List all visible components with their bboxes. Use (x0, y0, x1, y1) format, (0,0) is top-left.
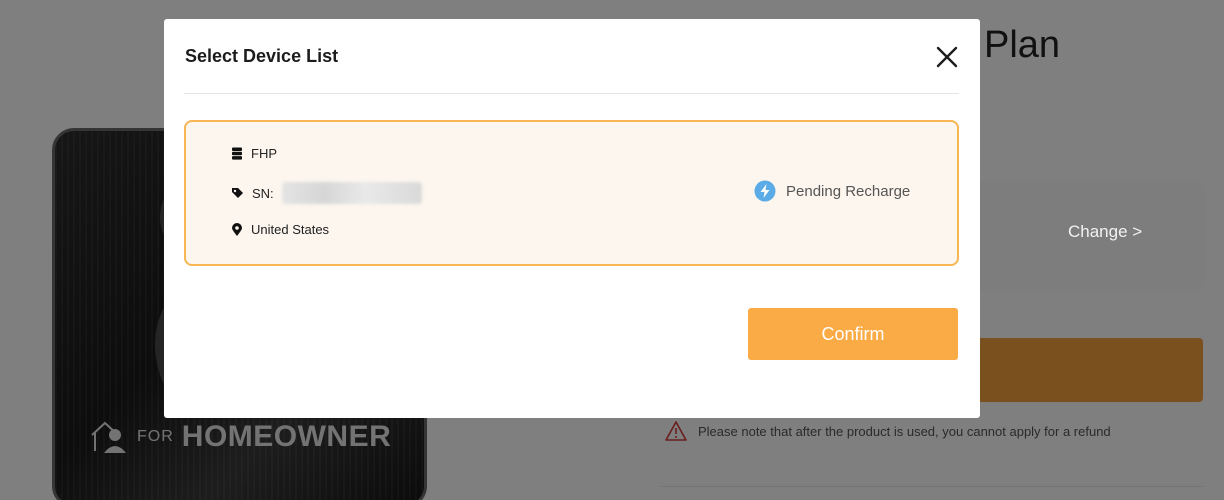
device-status-text: Pending Recharge (786, 182, 911, 200)
device-sn-row: SN: (231, 182, 422, 204)
device-model: FHP (251, 146, 277, 161)
select-device-modal: Select Device List FHP SN: United States… (164, 19, 980, 418)
device-list-item[interactable]: FHP SN: United States Pending Recharge (184, 120, 959, 266)
server-icon (232, 147, 242, 160)
device-sn-redacted (281, 182, 422, 204)
close-icon[interactable] (934, 44, 960, 70)
modal-title: Select Device List (185, 46, 339, 66)
device-status: Pending Recharge (754, 180, 910, 202)
device-location-row: United States (231, 222, 329, 237)
confirm-button[interactable]: Confirm (748, 308, 958, 360)
modal-divider (184, 93, 959, 94)
change-link[interactable]: Change > (1068, 222, 1142, 242)
tag-icon (232, 187, 243, 198)
device-model-row: FHP (231, 146, 277, 161)
device-sn-label: SN: (252, 185, 274, 201)
location-pin-icon (232, 222, 242, 236)
device-location: United States (251, 222, 330, 237)
lightning-icon (754, 180, 776, 202)
